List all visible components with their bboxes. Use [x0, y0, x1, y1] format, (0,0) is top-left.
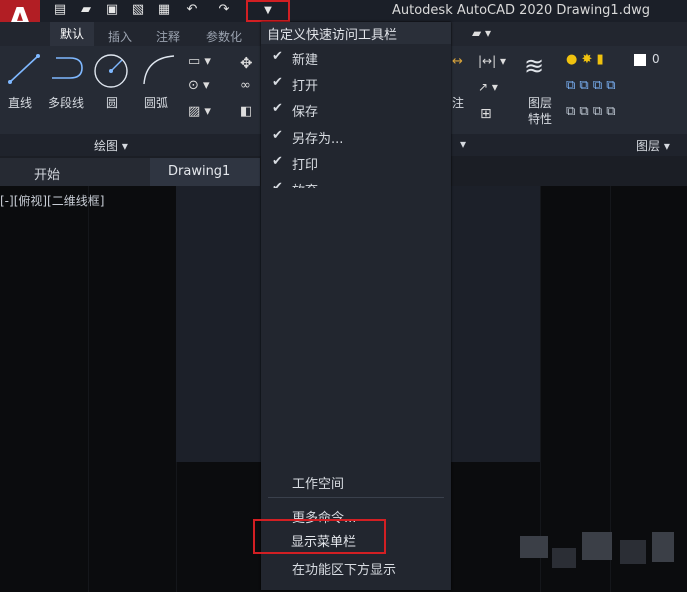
draw-polyline-label[interactable]: 多段线 [48, 94, 84, 111]
watermark-blur [552, 548, 576, 568]
ellipse-icon[interactable]: ⊙ ▾ [188, 78, 210, 93]
viewport-controls-label[interactable]: [-][俯视][二维线框] [0, 192, 104, 209]
stretch-icon[interactable]: ◧ [240, 104, 252, 119]
menu-item-label: 放弃 [292, 180, 318, 188]
menu-item-label: 另存为... [292, 132, 344, 147]
save-as-icon[interactable]: ▧ [130, 2, 146, 18]
circle-icon[interactable] [92, 52, 130, 90]
checkmark-icon: ✔ [272, 75, 283, 90]
menu-item-undo[interactable]: ✔ 放弃 [261, 176, 451, 188]
dimension-icon[interactable]: ↔ [452, 54, 463, 69]
layer-tools-row-2-icon[interactable]: ⧉ ⧉ ⧉ ⧉ [566, 104, 616, 119]
watermark-blur [652, 532, 674, 562]
open-folder-icon[interactable]: ▰ [78, 2, 94, 18]
checkmark-icon: ✔ [272, 101, 283, 116]
menu-item-print[interactable]: ✔ 打印 [261, 150, 451, 176]
menu-item-show-menubar[interactable]: 显示菜单栏 [253, 519, 386, 554]
menu-item-label: 保存 [292, 105, 319, 120]
grid-line [540, 186, 541, 592]
copy-icon[interactable]: ∞ [240, 78, 251, 93]
watermark-blur [582, 532, 612, 560]
menu-item-label: 打印 [292, 158, 319, 173]
move-icon[interactable]: ✥ [240, 54, 253, 72]
arc-icon[interactable] [140, 52, 178, 88]
layer-panel-title[interactable]: 图层 ▾ [636, 137, 670, 154]
draw-circle-label[interactable]: 圆 [106, 94, 118, 111]
hatch-icon[interactable]: ▨ ▾ [188, 104, 211, 119]
polyline-icon[interactable] [48, 52, 88, 86]
watermark-blur [620, 540, 646, 564]
grid-line [88, 186, 89, 592]
menu-header-label: 自定义快速访问工具栏 [267, 28, 398, 43]
redo-icon[interactable]: ↷ [216, 2, 232, 18]
watermark-blur [520, 536, 548, 558]
chevron-down-icon: ▼ [264, 5, 272, 16]
table-icon[interactable]: ⊞ [480, 106, 492, 122]
annotation-label[interactable]: 注 [452, 94, 464, 111]
layer-state-icons[interactable]: ● ✸ ▮ [566, 52, 604, 67]
layer-properties-icon[interactable]: ≋ [524, 52, 544, 80]
ribbon-tab-parametric[interactable]: 参数化 [206, 28, 242, 45]
menu-item-label: 工作空间 [292, 477, 345, 492]
new-file-icon[interactable]: ▤ [52, 2, 68, 18]
menu-item-workspace[interactable]: 工作空间 [261, 469, 451, 495]
qat-customize-dropdown-button[interactable]: ▼ [246, 0, 290, 22]
layer-color-swatch [634, 54, 646, 66]
layer-properties-label-1[interactable]: 图层 [528, 94, 552, 111]
print-icon[interactable]: ▦ [156, 2, 172, 18]
menu-item-save[interactable]: ✔ 保存 [261, 97, 451, 123]
menu-item-label: 在功能区下方显示 [292, 563, 397, 578]
layer-tools-row-1-icon[interactable]: ⧉ ⧉ ⧉ ⧉ [566, 78, 616, 93]
checkmark-icon: ✔ [272, 49, 283, 64]
app-title: Autodesk AutoCAD 2020 Drawing1.dwg [392, 3, 650, 18]
undo-icon[interactable]: ↶ [184, 2, 200, 18]
menu-item-label: 显示菜单栏 [291, 535, 357, 550]
checkmark-icon: ✔ [272, 154, 283, 169]
layer-properties-label-2[interactable]: 特性 [528, 110, 552, 127]
camera-icon[interactable]: ▰ ▾ [472, 26, 491, 40]
current-layer-name[interactable]: 0 [652, 52, 660, 66]
draw-line-label[interactable]: 直线 [8, 94, 32, 111]
line-icon[interactable] [6, 52, 42, 86]
save-icon[interactable]: ▣ [104, 2, 120, 18]
menu-header: 自定义快速访问工具栏 [261, 22, 451, 44]
annotation-panel-chevron[interactable]: ▾ [460, 137, 466, 151]
menu-item-label: 打开 [292, 79, 319, 94]
menu-item-save-as[interactable]: ✔ 另存为... [261, 124, 451, 150]
doc-tab-drawing1[interactable]: Drawing1 [150, 158, 260, 186]
menu-item-new[interactable]: ✔ 新建 [261, 45, 451, 71]
draw-panel-title[interactable]: 绘图 ▾ [94, 137, 128, 154]
checkmark-icon: ✔ [272, 180, 283, 188]
ribbon-tab-annotate[interactable]: 注释 [156, 28, 180, 45]
doc-tab-drawing1-label: Drawing1 [168, 164, 231, 179]
doc-tab-start[interactable]: 开始 [0, 158, 150, 186]
draw-arc-label[interactable]: 圆弧 [144, 94, 168, 111]
menu-item-show-below-ribbon[interactable]: 在功能区下方显示 [261, 555, 451, 581]
ribbon-tab-home[interactable]: 默认 [50, 22, 95, 46]
checkmark-icon: ✔ [272, 128, 283, 143]
rectangle-icon[interactable]: ▭ ▾ [188, 54, 211, 69]
leader-icon[interactable]: ↗ ▾ [478, 80, 498, 94]
menu-item-label: 新建 [292, 53, 319, 68]
menu-item-open[interactable]: ✔ 打开 [261, 71, 451, 97]
ribbon-tab-insert[interactable]: 插入 [108, 28, 132, 45]
menu-separator [268, 497, 444, 498]
linear-dim-icon[interactable]: |↔| ▾ [478, 54, 506, 68]
doc-tab-start-label: 开始 [34, 168, 61, 183]
